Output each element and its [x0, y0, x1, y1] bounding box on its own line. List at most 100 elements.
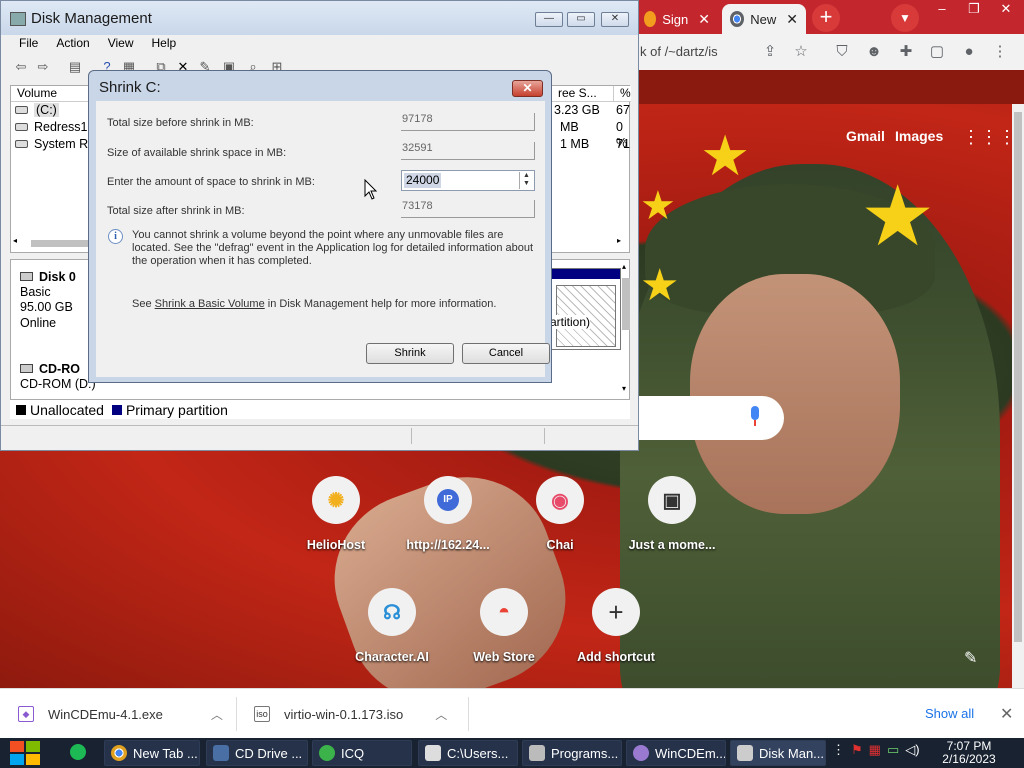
- mic-icon[interactable]: [748, 406, 762, 428]
- plus-icon: +: [592, 588, 640, 636]
- drive-icon: [15, 106, 28, 114]
- spotify-icon[interactable]: [70, 744, 86, 760]
- maximize-icon[interactable]: ▭: [567, 12, 595, 27]
- menu-file[interactable]: File: [1, 35, 47, 55]
- gmail-link[interactable]: Gmail: [846, 128, 885, 144]
- info-icon: i: [108, 229, 123, 244]
- shortcut-just-a-moment[interactable]: ▣ Just a mome...: [612, 476, 732, 552]
- close-button[interactable]: ✕: [512, 80, 543, 97]
- explorer-icon: [213, 745, 229, 761]
- shortcut-chai[interactable]: ◉ Chai: [500, 476, 620, 552]
- cancel-button[interactable]: Cancel: [462, 343, 550, 364]
- clock[interactable]: 7:07 PM 2/16/2023: [938, 740, 1000, 766]
- disk0-name[interactable]: Disk 0: [20, 270, 76, 284]
- column-header-percent[interactable]: %: [614, 86, 631, 102]
- ublock-icon[interactable]: ⛉: [832, 42, 852, 62]
- drive-icon: [15, 140, 28, 148]
- taskbar-item-cd-drive[interactable]: CD Drive ...: [206, 740, 308, 766]
- action-center-icon[interactable]: ▦: [869, 742, 881, 758]
- network-icon[interactable]: ▭: [887, 742, 899, 758]
- new-tab-button[interactable]: +: [812, 4, 840, 32]
- tab-search-button[interactable]: ▼: [891, 4, 919, 32]
- customize-pencil-icon[interactable]: ✎: [964, 648, 977, 668]
- share-icon[interactable]: ⇪: [760, 42, 780, 62]
- extensions-puzzle-icon[interactable]: ✚: [896, 42, 916, 62]
- show-all-button[interactable]: Show all: [925, 706, 974, 721]
- download-item[interactable]: ◆ WinCDEmu-4.1.exe ︿: [18, 689, 223, 739]
- shortcut-label: Web Store: [473, 650, 535, 664]
- add-shortcut-button[interactable]: + Add shortcut: [556, 588, 676, 664]
- images-link[interactable]: Images: [895, 128, 943, 144]
- menu-action[interactable]: Action: [47, 35, 98, 55]
- shortcut-label: HelioHost: [306, 538, 366, 552]
- close-icon[interactable]: ✕: [1000, 704, 1013, 724]
- help-link[interactable]: Shrink a Basic Volume: [155, 298, 265, 310]
- taskbar-item-wincdemu[interactable]: WinCDEm...: [626, 740, 726, 766]
- restore-icon[interactable]: ❐: [958, 0, 990, 18]
- apps-grid-icon[interactable]: ⋮⋮⋮: [962, 128, 1012, 148]
- download-shelf: ◆ WinCDEmu-4.1.exe ︿ iso virtio-win-0.1.…: [0, 688, 1024, 738]
- minimize-icon[interactable]: —: [535, 12, 563, 27]
- flag-icon[interactable]: ⚑: [851, 742, 863, 758]
- taskbar-item-programs[interactable]: Programs...: [522, 740, 622, 766]
- menu-kebab-icon[interactable]: ⋮: [990, 42, 1010, 62]
- volume-row[interactable]: Redress10: [15, 119, 94, 135]
- column-header-free-space[interactable]: ree S...: [552, 86, 614, 102]
- available-space-label: Size of available shrink space in MB:: [107, 147, 287, 159]
- download-filename: WinCDEmu-4.1.exe: [48, 706, 163, 722]
- cdrom-name[interactable]: CD-RO: [20, 362, 80, 376]
- extension-avatar-icon[interactable]: ☻: [864, 42, 884, 62]
- taskbar-item-disk-management[interactable]: Disk Man...: [730, 740, 826, 766]
- volume-row[interactable]: (C:): [15, 102, 59, 118]
- download-item[interactable]: iso virtio-win-0.1.173.iso ︿: [254, 689, 447, 739]
- cdrom-icon: [20, 364, 33, 373]
- partition-block[interactable]: artition): [550, 268, 621, 350]
- web-store-icon: ◓: [480, 588, 528, 636]
- start-button[interactable]: [10, 741, 42, 765]
- shrink-amount-input[interactable]: 24000 ▲ ▼: [401, 170, 535, 191]
- shortcut-heliohost[interactable]: ✺ HelioHost: [276, 476, 396, 552]
- menu-help[interactable]: Help: [143, 35, 186, 55]
- vertical-scrollbar[interactable]: ▴ ▾: [621, 260, 631, 400]
- disk0-status: Online: [20, 316, 57, 330]
- disk-management-icon: [10, 12, 26, 26]
- menu-view[interactable]: View: [99, 35, 143, 55]
- close-icon[interactable]: ✕: [990, 0, 1022, 18]
- close-tab-icon[interactable]: ✕: [698, 11, 710, 28]
- taskbar-item-icq[interactable]: ICQ: [312, 740, 412, 766]
- bookmark-star-icon[interactable]: ☆: [791, 42, 811, 62]
- profile-icon[interactable]: ●: [959, 42, 979, 62]
- shortcut-web-store[interactable]: ◓ Web Store: [444, 588, 564, 664]
- shortcut-ip[interactable]: IP http://162.24...: [388, 476, 508, 552]
- taskbar: New Tab ... CD Drive ... ICQ C:\Users...…: [0, 738, 1024, 768]
- forward-arrow-icon[interactable]: ⇨: [35, 59, 51, 75]
- chevron-up-icon[interactable]: ︿: [435, 706, 447, 723]
- back-arrow-icon[interactable]: ⇦: [13, 59, 29, 75]
- spin-buttons[interactable]: ▲ ▼: [519, 172, 533, 189]
- star-decoration: ★: [640, 184, 676, 228]
- console-tree-icon[interactable]: ▤: [67, 59, 83, 75]
- taskbar-item-chrome[interactable]: New Tab ...: [104, 740, 200, 766]
- tab-sign[interactable]: Sign ✕: [636, 4, 718, 34]
- chrome-icon: [730, 11, 745, 27]
- title-bar[interactable]: Disk Management — ▭ ✕: [1, 1, 638, 35]
- taskbar-item-cmd[interactable]: C:\Users...: [418, 740, 518, 766]
- ip-icon: IP: [424, 476, 472, 524]
- shrink-button[interactable]: Shrink: [366, 343, 454, 364]
- tab-new[interactable]: New ✕: [722, 4, 806, 34]
- computer-icon: ▣: [648, 476, 696, 524]
- chevron-up-icon[interactable]: ︿: [211, 706, 223, 723]
- overflow-icon[interactable]: ⋮: [832, 742, 845, 758]
- page-scrollbar[interactable]: [1012, 104, 1024, 688]
- close-tab-icon[interactable]: ✕: [786, 11, 798, 28]
- volume-row[interactable]: System Re: [15, 136, 95, 152]
- icq-icon: [319, 745, 335, 761]
- close-icon[interactable]: ✕: [601, 12, 629, 27]
- volume-icon[interactable]: ◁): [905, 742, 919, 758]
- shortcut-character-ai[interactable]: ☊ Character.AI: [332, 588, 452, 664]
- minimize-icon[interactable]: –: [926, 0, 958, 18]
- shortcut-label: Just a mome...: [628, 538, 716, 552]
- side-panel-icon[interactable]: ▢: [927, 42, 947, 62]
- window-title: Disk Management: [31, 10, 152, 27]
- shortcut-label: Character.AI: [355, 650, 429, 664]
